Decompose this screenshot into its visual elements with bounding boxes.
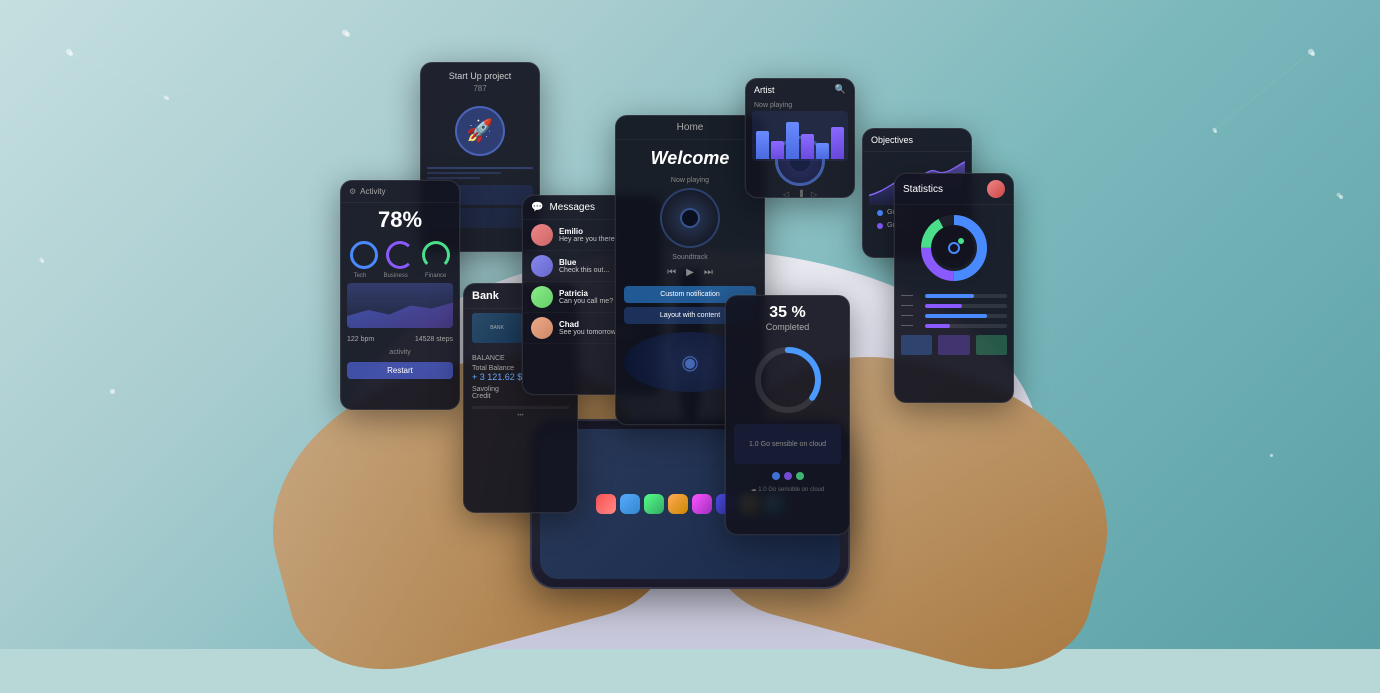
app-icon-4 (668, 494, 688, 514)
welcome-text: Welcome (616, 140, 764, 177)
home-header: Home (616, 116, 764, 140)
now-playing-label: Now playing (616, 177, 764, 184)
artist-visualization (752, 111, 848, 161)
startup-header: Start Up project 787 (421, 63, 539, 102)
card-startup: Start Up project 787 🚀 (420, 62, 540, 252)
app-icon-1 (596, 494, 616, 514)
app-icon-3 (644, 494, 664, 514)
app-icon-5 (692, 494, 712, 514)
dj-disc (660, 188, 720, 248)
business-label: Business (383, 273, 407, 279)
statistics-header: Statistics (895, 174, 1013, 205)
app-icon-7 (740, 494, 760, 514)
bar-bg-1 (925, 294, 1007, 298)
finance-label: Finance (425, 273, 446, 279)
card-artist: Artist 🔍 Now playing ◁ ▐ (745, 78, 855, 198)
artist-title: Artist (754, 85, 775, 95)
tech-label: Tech (354, 273, 367, 279)
objectives-header: Objectives (863, 129, 971, 152)
obj-dot-1 (877, 210, 883, 216)
bar-fill-1 (925, 294, 974, 298)
main-scene: Start Up project 787 🚀 ⚙ Activity 78% (0, 0, 1380, 649)
activity-title: Activity (360, 187, 385, 196)
phone (530, 419, 850, 589)
donut-business (386, 241, 414, 269)
vol-bar-icon: ▐ (797, 190, 803, 198)
user-avatar (987, 180, 1005, 198)
msg-item-1: Emilio Hey are you there? (523, 220, 661, 251)
statistics-title: Statistics (903, 184, 943, 195)
startup-number: 787 (473, 84, 486, 93)
card-objectives: Objectives (862, 128, 972, 258)
vol-right-icon: ▷ (811, 190, 817, 198)
obj-dot-2 (877, 223, 883, 229)
donut-svg (919, 213, 989, 283)
artist-now-playing: Now playing (746, 100, 854, 111)
donut-tech (350, 241, 378, 269)
obj-item-1: Goal A (869, 206, 965, 219)
search-icon[interactable]: 🔍 (835, 84, 846, 95)
messages-title: Messages (549, 202, 595, 213)
phone-screen (540, 429, 840, 579)
messages-header: 💬 Messages (523, 196, 661, 220)
contact-name-1: Emilio (559, 227, 619, 236)
obj-label-2: Goal B (887, 222, 908, 229)
activity-header: ⚙ Activity (341, 181, 459, 203)
chat-icon: 💬 (531, 202, 543, 213)
vol-left-icon: ◁ (783, 190, 789, 198)
app-icon-8 (764, 494, 784, 514)
msg-preview-1: Hey are you there? (559, 236, 619, 243)
activity-circles (341, 237, 459, 273)
activity-percentage: 78% (341, 203, 459, 237)
obj-item-2: Goal B (869, 219, 965, 232)
startup-rocket-icon: 🚀 (455, 106, 505, 156)
avatar-1 (531, 224, 553, 246)
statistics-donut (919, 213, 989, 283)
dj-disc-center (680, 208, 700, 228)
app-icon-2 (620, 494, 640, 514)
donut-finance (422, 241, 450, 269)
artist-header: Artist 🔍 (746, 79, 854, 100)
obj-label-1: Goal A (887, 209, 908, 216)
artist-circle-visual (775, 136, 825, 186)
bpm-stat: 122 bpm (347, 336, 374, 343)
objectives-chart (869, 156, 965, 206)
app-icon-6 (716, 494, 736, 514)
startup-title: Start Up project (449, 71, 512, 81)
